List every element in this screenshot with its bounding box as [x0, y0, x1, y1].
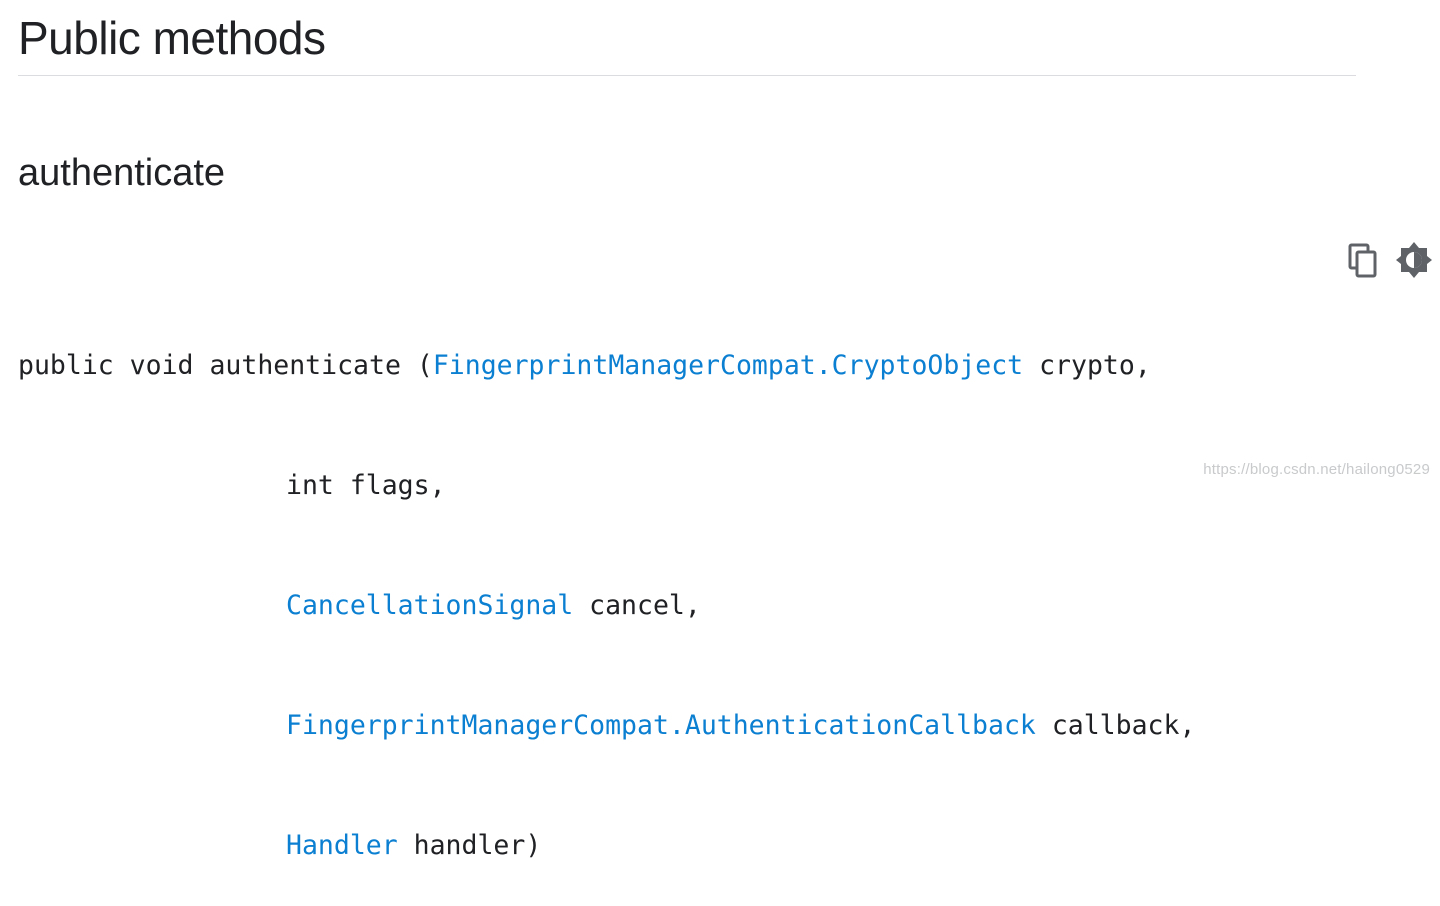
- code-toolbar: [1346, 240, 1432, 280]
- method-title: authenticate: [18, 152, 226, 194]
- copy-icon: [1348, 243, 1377, 278]
- param-flags: int flags,: [286, 470, 446, 501]
- page-title: Public methods: [18, 12, 326, 64]
- copy-button[interactable]: [1346, 240, 1382, 280]
- param-crypto: crypto,: [1023, 350, 1151, 381]
- type-link-cryptoobject[interactable]: FingerprintManagerCompat.CryptoObject: [433, 350, 1023, 381]
- method-signature-code: public void authenticate (FingerprintMan…: [18, 266, 1318, 906]
- signature-line-1: public void authenticate (FingerprintMan…: [18, 346, 1318, 386]
- brightness-icon: [1396, 242, 1432, 278]
- signature-line-3: CancellationSignal cancel,: [18, 586, 1318, 626]
- title-divider: [18, 75, 1356, 76]
- signature-line-4: FingerprintManagerCompat.AuthenticationC…: [18, 706, 1318, 746]
- param-handler: handler): [397, 830, 542, 861]
- signature-line-2: int flags,: [18, 466, 1318, 506]
- watermark-url: https://blog.csdn.net/hailong0529: [1203, 461, 1430, 478]
- param-cancel: cancel,: [573, 590, 701, 621]
- type-link-cancellationsignal[interactable]: CancellationSignal: [286, 590, 573, 621]
- signature-line-5: Handler handler): [18, 826, 1318, 866]
- type-link-authenticationcallback[interactable]: FingerprintManagerCompat.AuthenticationC…: [286, 710, 1036, 741]
- param-callback: callback,: [1035, 710, 1196, 741]
- signature-prefix: public void authenticate (: [18, 350, 433, 381]
- toggle-theme-button[interactable]: [1396, 240, 1432, 280]
- type-link-handler[interactable]: Handler: [286, 830, 398, 861]
